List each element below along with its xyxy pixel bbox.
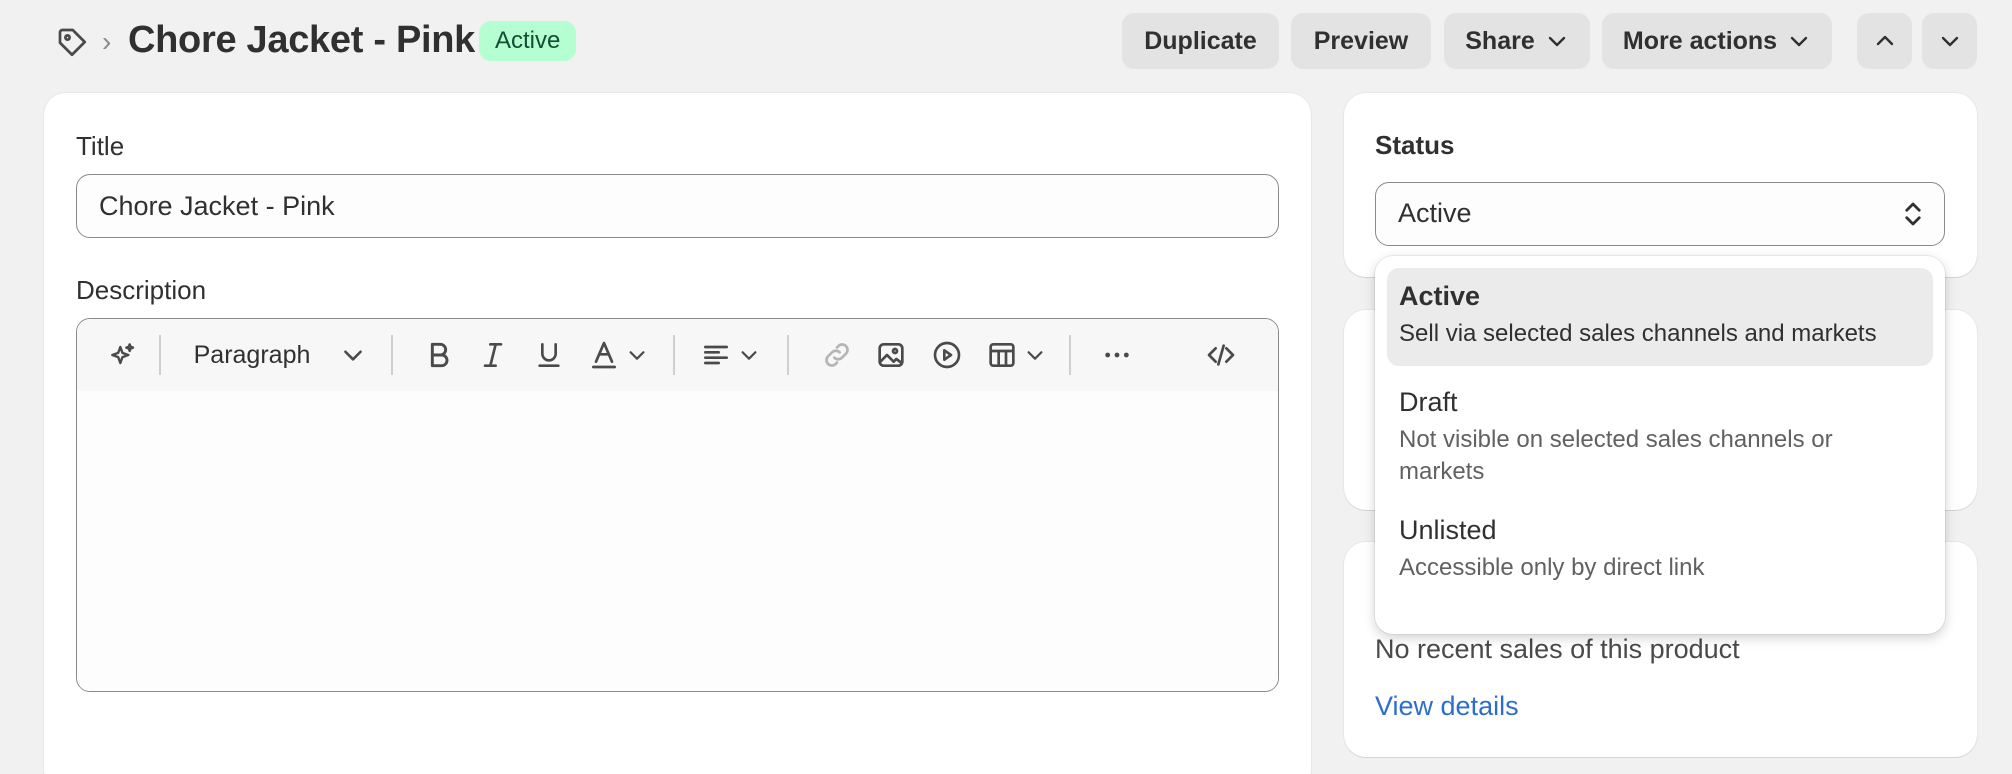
status-option-active[interactable]: Active Sell via selected sales channels … — [1387, 268, 1933, 366]
text-align-button[interactable] — [695, 331, 765, 379]
share-button[interactable]: Share — [1444, 13, 1590, 69]
code-icon — [1207, 344, 1235, 366]
insert-image-button[interactable] — [867, 331, 915, 379]
ai-sparkle-button[interactable] — [99, 331, 147, 379]
duplicate-button-label: Duplicate — [1144, 26, 1257, 55]
title-input[interactable] — [76, 174, 1279, 238]
status-select-value: Active — [1398, 198, 1472, 228]
chevron-down-icon — [1941, 36, 1958, 47]
title-label: Title — [76, 131, 125, 161]
insert-link-button[interactable] — [813, 331, 861, 379]
insert-video-button[interactable] — [923, 331, 971, 379]
more-actions-button-label: More actions — [1622, 26, 1778, 55]
bold-button[interactable] — [415, 331, 463, 379]
underline-button[interactable] — [525, 331, 573, 379]
ellipsis-icon — [1105, 352, 1129, 358]
status-option-title: Unlisted — [1399, 515, 1497, 545]
description-text-area[interactable] — [77, 391, 1278, 691]
page-title: Chore Jacket - Pink — [128, 19, 475, 61]
chevron-up-icon — [1876, 35, 1893, 46]
page-header: › Chore Jacket - Pink Active Duplicate P… — [0, 0, 2012, 80]
toolbar-divider — [159, 335, 161, 375]
status-badge: Active — [479, 21, 577, 61]
bold-icon — [430, 342, 449, 368]
more-actions-button[interactable]: More actions — [1602, 13, 1832, 69]
status-option-description: Not visible on selected sales channels o… — [1399, 426, 1833, 485]
description-editor: Paragraph — [76, 318, 1279, 692]
toolbar-divider — [391, 335, 393, 375]
toolbar-divider — [673, 335, 675, 375]
chevron-down-icon — [629, 351, 645, 360]
status-option-title: Active — [1399, 281, 1481, 311]
status-option-description: Sell via selected sales channels and mar… — [1399, 320, 1877, 347]
show-html-button[interactable] — [1197, 331, 1245, 379]
tag-icon[interactable] — [54, 24, 90, 60]
sparkle-icon — [111, 343, 135, 365]
align-left-icon — [704, 345, 728, 365]
paragraph-format-select[interactable]: Paragraph — [189, 331, 371, 379]
duplicate-button[interactable]: Duplicate — [1122, 13, 1279, 69]
chevron-down-icon — [344, 350, 363, 361]
italic-icon — [483, 343, 503, 367]
status-dropdown: Active Sell via selected sales channels … — [1375, 256, 1945, 634]
next-product-button[interactable] — [1922, 13, 1977, 69]
toolbar-divider — [787, 335, 789, 375]
more-formatting-button[interactable] — [1093, 331, 1141, 379]
text-color-icon — [592, 341, 616, 369]
status-option-draft[interactable]: Draft Not visible on selected sales chan… — [1387, 374, 1933, 494]
description-label: Description — [76, 275, 207, 305]
italic-button[interactable] — [469, 331, 517, 379]
status-option-description: Accessible only by direct link — [1399, 554, 1705, 581]
preview-button-label: Preview — [1313, 26, 1409, 55]
view-details-link[interactable]: View details — [1375, 691, 1519, 722]
paragraph-format-label: Paragraph — [193, 340, 311, 369]
status-label: Status — [1375, 130, 1455, 160]
editor-toolbar: Paragraph — [77, 319, 1278, 391]
previous-product-button[interactable] — [1857, 13, 1912, 69]
status-option-unlisted[interactable]: Unlisted Accessible only by direct link — [1387, 502, 1933, 598]
play-circle-icon — [933, 341, 961, 369]
chevron-down-icon — [1548, 36, 1565, 47]
chevron-down-icon — [1790, 36, 1808, 47]
status-select[interactable]: Active — [1375, 182, 1945, 246]
insert-table-button[interactable] — [981, 331, 1051, 379]
link-icon — [825, 343, 849, 367]
chevron-down-icon — [741, 351, 757, 360]
toolbar-divider — [1069, 335, 1071, 375]
breadcrumb-separator: › — [102, 26, 112, 57]
text-color-button[interactable] — [583, 331, 653, 379]
no-recent-sales-text: No recent sales of this product — [1375, 634, 1740, 664]
share-button-label: Share — [1465, 26, 1535, 55]
select-arrows-icon — [1905, 202, 1921, 226]
preview-button[interactable]: Preview — [1291, 13, 1431, 69]
status-option-title: Draft — [1399, 387, 1458, 417]
image-icon — [878, 343, 904, 367]
table-icon — [989, 343, 1015, 367]
chevron-down-icon — [1027, 351, 1043, 360]
underline-icon — [538, 343, 560, 367]
